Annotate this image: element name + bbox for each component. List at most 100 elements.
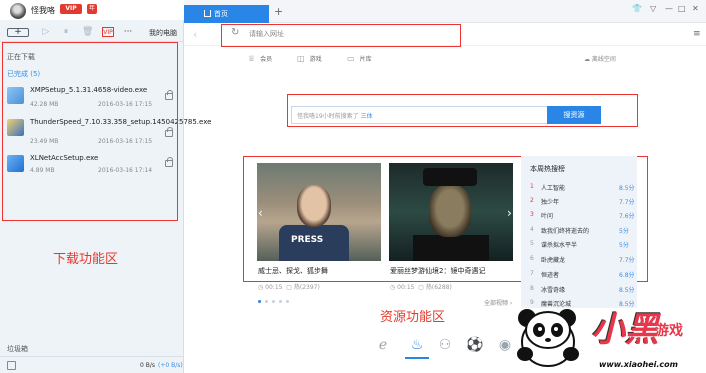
- vip-badge[interactable]: VIP: [60, 4, 82, 14]
- prev-arrow-icon[interactable]: ‹: [258, 206, 263, 220]
- skin-icon[interactable]: 👕: [632, 4, 642, 13]
- search-hint: 怪我咯19小时前搜索了: [297, 113, 359, 120]
- hot-score: 5分: [619, 228, 629, 235]
- minimize-icon[interactable]: —: [665, 4, 673, 13]
- hot-list-item[interactable]: 5 谍杀拟水平半 5分: [521, 237, 637, 251]
- site-watermark: 小黑 游戏 www.xiaohei.com: [515, 296, 706, 373]
- offline-space-label: 离线空间: [591, 56, 616, 63]
- card-title[interactable]: 威士忌、探戈、狐步舞: [258, 266, 328, 276]
- address-row: ‹ ↻ 请输入网址 ≡: [184, 24, 706, 47]
- movie-poster[interactable]: PRESS: [257, 163, 381, 261]
- hot-name: 冰雪奇缘: [541, 287, 566, 294]
- more-icon[interactable]: ···: [123, 27, 133, 37]
- quick-link-label: 游戏: [309, 56, 322, 63]
- search-button[interactable]: 搜资源: [547, 106, 601, 124]
- hot-rank: 8: [530, 285, 534, 292]
- browser-icon[interactable]: ℯ: [374, 336, 392, 354]
- active-indicator: [405, 357, 429, 359]
- my-pc-link[interactable]: 我的电脑: [149, 28, 177, 38]
- close-icon[interactable]: ✕: [692, 4, 699, 13]
- hot-score: 7.6分: [619, 213, 635, 220]
- hot-list-item[interactable]: 4 致我们终将逝去的 5分: [521, 223, 637, 237]
- hot-score: 7.7分: [619, 199, 635, 206]
- delete-icon[interactable]: 🗑: [82, 27, 93, 37]
- watermark-url: www.xiaohei.com: [599, 360, 678, 369]
- hot-score: 6.8分: [619, 272, 635, 279]
- status-bar: 0 B/s (+0 B/s): [0, 356, 184, 373]
- next-arrow-icon[interactable]: ›: [507, 206, 512, 220]
- status-icon[interactable]: [7, 361, 16, 370]
- gamepad-icon: ◫: [297, 54, 305, 63]
- search-input[interactable]: 怪我咯19小时前搜索了 三体: [291, 106, 548, 124]
- user-name[interactable]: 怪我咯: [31, 5, 55, 16]
- hot-list-title: 本周热搜榜: [530, 165, 565, 173]
- quick-link-games[interactable]: ◫ 游戏: [297, 54, 322, 63]
- watermark-text-secondary: 游戏: [655, 323, 683, 339]
- hot-score: 8.5分: [619, 185, 635, 192]
- hot-list-item[interactable]: 8 冰雪奇缘 8.5分: [521, 282, 637, 296]
- quick-link-vip[interactable]: ♕ 会员: [248, 54, 272, 63]
- hot-list-item[interactable]: 7 恒迹者 6.8分: [521, 267, 637, 281]
- comment-icon: ▢: [286, 284, 294, 291]
- start-icon[interactable]: ▷: [41, 27, 51, 37]
- hot-score: 7.7分: [619, 257, 635, 264]
- hot-name: 独少年: [541, 199, 560, 206]
- hot-name: 恒迹者: [541, 272, 560, 279]
- user-bar: 怪我咯 VIP 年: [0, 0, 184, 20]
- avatar[interactable]: [10, 3, 26, 19]
- carousel-dot[interactable]: [286, 300, 289, 303]
- hot-list-item[interactable]: 6 卧虎藏龙 7.7分: [521, 252, 637, 266]
- eye-icon[interactable]: ◉: [496, 336, 514, 354]
- recycle-bin-label[interactable]: 垃圾箱: [7, 344, 28, 354]
- film-icon: ▭: [347, 54, 355, 63]
- movie-poster[interactable]: [389, 163, 513, 261]
- cloud-icon: ☁: [584, 56, 592, 63]
- poster-hat: [423, 168, 477, 186]
- quick-link-library[interactable]: ▭ 片库: [347, 54, 372, 63]
- address-highlight: [221, 24, 461, 47]
- quick-link-label: 片库: [359, 56, 372, 63]
- all-videos-link[interactable]: 全部视频 ›: [484, 298, 512, 307]
- panda-logo: [517, 309, 579, 367]
- download-speed: 0 B/s: [140, 362, 155, 369]
- menu-down-icon[interactable]: ▽: [650, 4, 656, 13]
- maximize-icon[interactable]: □: [678, 4, 686, 13]
- hot-list-item[interactable]: 3 叶问 7.6分: [521, 208, 637, 222]
- football-icon[interactable]: ⚽: [466, 336, 484, 354]
- card-meta: ◷ 00:15 ▢ 热(6288): [390, 282, 452, 291]
- resource-zone-label: 资源功能区: [380, 310, 446, 325]
- speed-boost: (+0 B/s): [158, 362, 183, 369]
- hot-list-item[interactable]: 1 人工智能 8.5分: [521, 180, 637, 194]
- hamburger-icon[interactable]: ≡: [693, 29, 701, 39]
- poster-press-text: PRESS: [291, 235, 324, 245]
- card-views: 热(2397): [293, 284, 320, 291]
- hot-score: 5分: [619, 242, 629, 249]
- hot-rank: 7: [530, 270, 534, 277]
- carousel-dot[interactable]: [272, 300, 275, 303]
- search-hint-term[interactable]: 三体: [361, 113, 373, 120]
- hot-search-list: 本周热搜榜 1 人工智能 8.5分 2 独少年 7.7分 3 叶问 7.6分 4 致我们终将逝…: [521, 156, 637, 308]
- tab-home[interactable]: 首页: [184, 5, 269, 23]
- download-zone-label: 下载功能区: [53, 252, 119, 267]
- carousel-dot[interactable]: [279, 300, 282, 303]
- carousel-dot[interactable]: [265, 300, 268, 303]
- new-task-button[interactable]: +: [7, 28, 29, 37]
- card-title[interactable]: 爱丽丝梦游仙境2：镜中奇遇记: [390, 266, 485, 276]
- hot-rank: 6: [530, 255, 534, 262]
- flame-icon[interactable]: ♨: [408, 336, 426, 354]
- carousel-dot[interactable]: [258, 300, 261, 303]
- hot-list-item[interactable]: 2 独少年 7.7分: [521, 194, 637, 208]
- poster-face: [429, 185, 471, 237]
- new-tab-button[interactable]: +: [274, 5, 283, 18]
- year-badge: 年: [87, 4, 97, 14]
- offline-space-link[interactable]: ☁ 离线空间: [584, 54, 616, 63]
- quick-link-label: 会员: [260, 56, 273, 63]
- vip-speed-icon[interactable]: VIP: [102, 27, 114, 37]
- back-icon[interactable]: ‹: [193, 28, 197, 41]
- card-duration: 00:15: [265, 284, 283, 291]
- pause-icon[interactable]: ⏸: [61, 27, 71, 37]
- hot-rank: 3: [530, 211, 534, 218]
- card-meta: ◷ 00:15 ▢ 热(2397): [258, 282, 320, 291]
- hot-name: 叶问: [541, 213, 554, 220]
- gamepad-icon[interactable]: ⚇: [436, 336, 454, 354]
